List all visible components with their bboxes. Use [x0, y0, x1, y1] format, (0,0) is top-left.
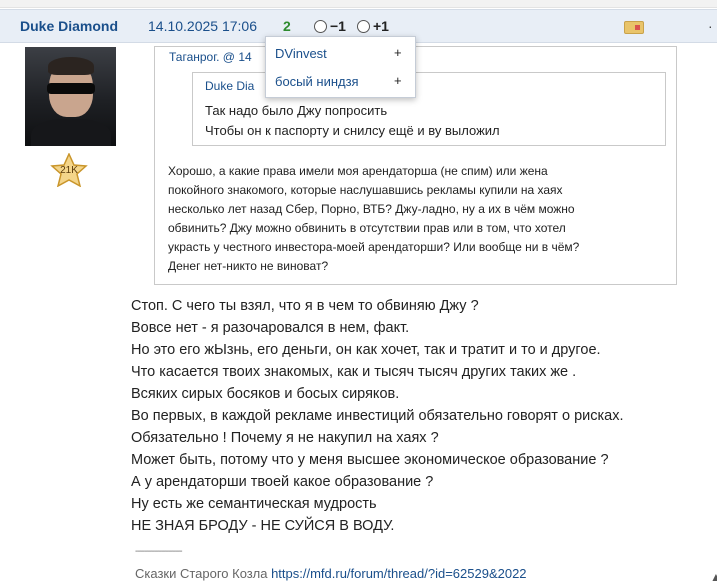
vote-popup: DVinvest + босый ниндзя +	[265, 36, 416, 98]
top-divider	[0, 0, 717, 8]
vote-plus-label: +1	[373, 18, 389, 34]
post-body-line: НЕ ЗНАЯ БРОДУ - НЕ СУЙСЯ В ВОДУ.	[131, 518, 395, 534]
vote-plus-button[interactable]: +1	[357, 17, 389, 35]
quote-outer-line: обвинить? Джу можно обвинить в отсутстви…	[168, 221, 566, 235]
post-body-line: Стоп. С чего ты взял, что я в чем то обв…	[131, 298, 479, 314]
post-body-line: Вовсе нет - я разочаровался в нем, факт.	[131, 320, 410, 336]
post-body-line: Во первых, в каждой рекламе инвестиций о…	[131, 408, 624, 424]
radio-circle-icon	[314, 19, 327, 33]
quote-inner-line: Чтобы он к паспорту и снилсу ещё и ву вы…	[205, 123, 500, 138]
popup-add-button[interactable]: +	[394, 73, 402, 88]
scroll-up-icon[interactable]: ▲	[710, 570, 717, 584]
post-body-line: Что касается твоих знакомых, как и тысяч…	[131, 364, 577, 380]
quote-inner-line: Так надо было Джу попросить	[205, 103, 388, 118]
quote-outer-line: Хорошо, а какие права имели моя арендато…	[168, 164, 548, 178]
post-rating[interactable]: 2	[283, 18, 291, 34]
quote-outer-line: украсть у честного инвестора-моей аренда…	[168, 240, 580, 254]
menu-dot-icon[interactable]: ·	[708, 18, 713, 34]
signature: Сказки Старого Козла https://mfd.ru/foru…	[135, 566, 527, 581]
post-body-line: Но это его жЫзнь, его деньги, он как хоч…	[131, 342, 601, 358]
popup-item-dvinvest[interactable]: DVinvest +	[266, 41, 417, 67]
author-name[interactable]: Duke Diamond	[20, 18, 118, 34]
post-body-line: А у арендаторши твоей какое образование …	[131, 474, 434, 490]
vote-minus-label: −1	[330, 18, 346, 34]
quote-outer-line: покойного знакомого, которые наслушавшис…	[168, 183, 563, 197]
signature-text: Сказки Старого Козла	[135, 566, 272, 581]
post-body-line: Ну есть же семантическая мудрость	[131, 496, 377, 512]
signature-separator: --------------------	[135, 546, 183, 557]
popup-user-name[interactable]: босый ниндзя	[275, 74, 359, 89]
quote-outer-line: несколько лет назад Сбер, Порно, ВТБ? Дж…	[168, 202, 575, 216]
star-badge-label: 21K	[60, 165, 78, 176]
popup-add-button[interactable]: +	[394, 45, 402, 60]
vote-minus-button[interactable]: −1	[314, 17, 346, 35]
radio-circle-icon	[357, 19, 370, 33]
quote-outer-line: Денег нет-никто не виноват?	[168, 259, 329, 273]
signature-link[interactable]: https://mfd.ru/forum/thread/?id=62529&20…	[271, 566, 526, 581]
popup-user-name[interactable]: DVinvest	[275, 46, 327, 61]
quote-inner: Duke Dia15 Так надо было Джу попросить Ч…	[192, 72, 666, 146]
popup-item-bosyi-nindzya[interactable]: босый ниндзя +	[266, 69, 417, 95]
quote-outer-header[interactable]: Таганрог. @ 14	[169, 50, 252, 64]
post-datetime[interactable]: 14.10.2025 17:06	[148, 18, 257, 34]
post-body-line: Всяких сирых босяков и босых сиряков.	[131, 386, 400, 402]
avatar[interactable]	[25, 47, 116, 146]
post-body-line: Обязательно ! Почему я не накупил на хая…	[131, 430, 439, 446]
post-body-line: Может быть, потому что у меня высшее эко…	[131, 452, 609, 468]
star-badge-icon: 21K	[50, 152, 88, 188]
mail-icon[interactable]	[624, 21, 644, 34]
